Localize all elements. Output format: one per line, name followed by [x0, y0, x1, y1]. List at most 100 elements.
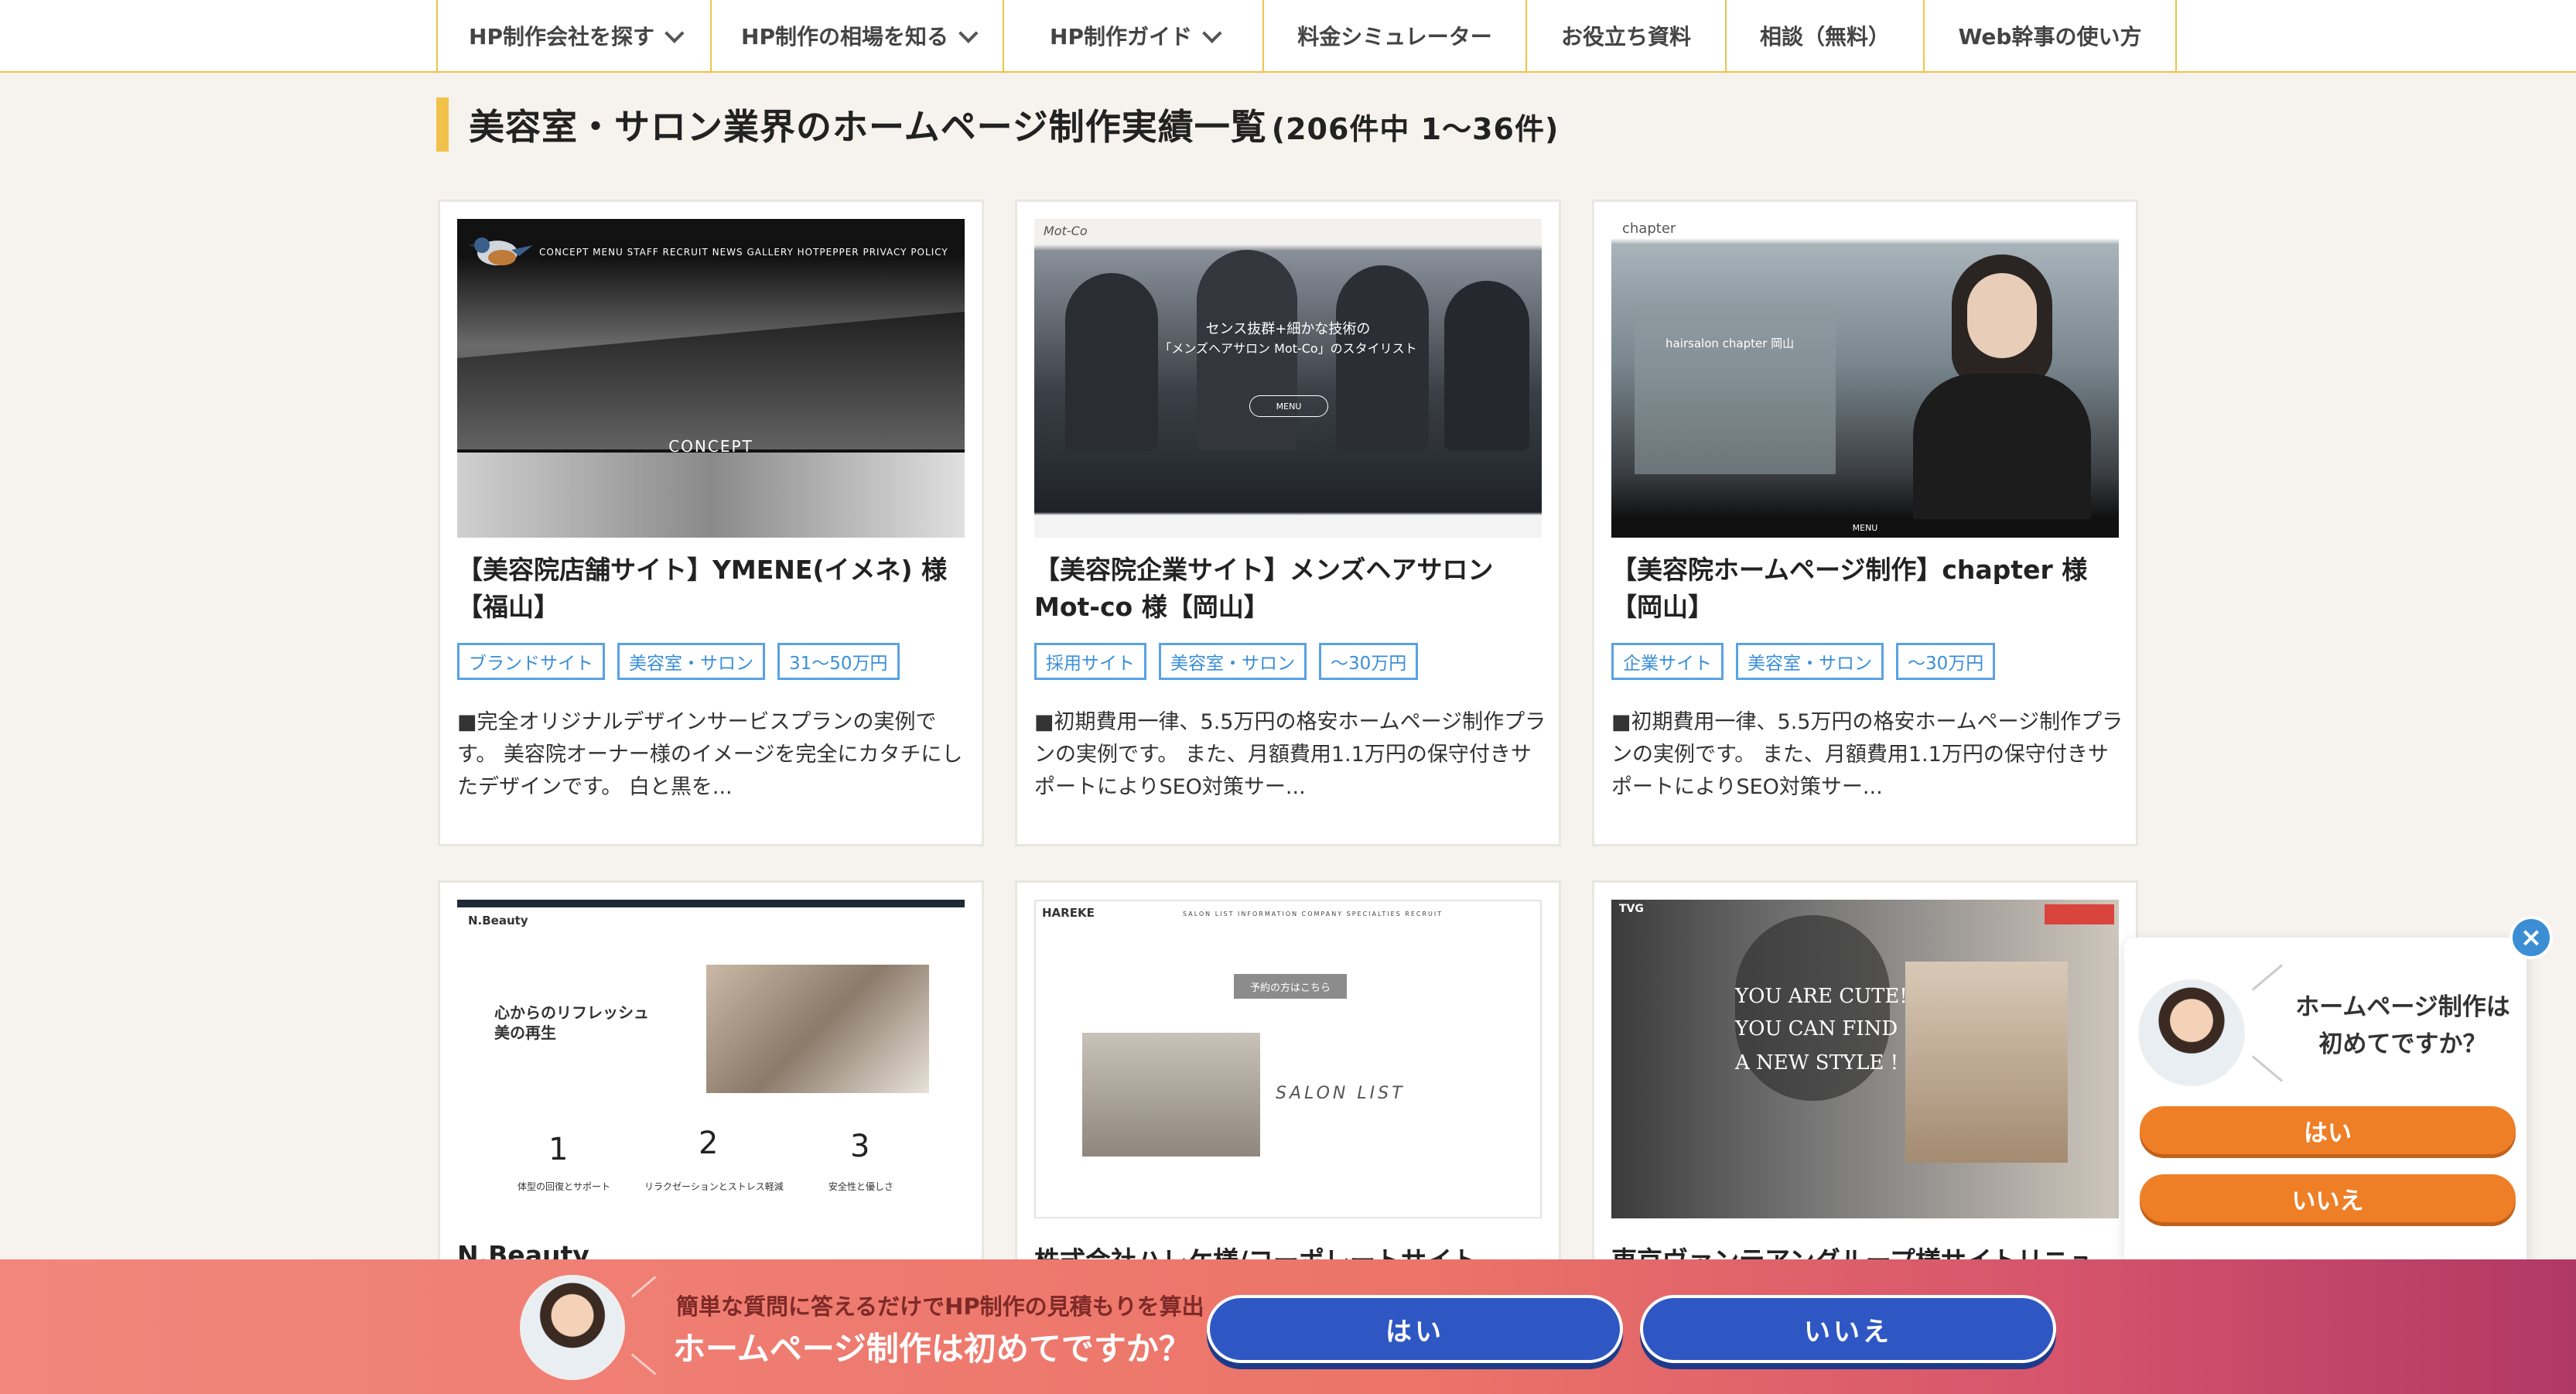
nav-menu: HP制作会社を探す HP制作の相場を知る HP制作ガイド 料金シミュレーター お… — [436, 0, 2177, 71]
step-number: 3 — [850, 1129, 870, 1164]
thumb-line: A NEW STYLE ! — [1735, 1051, 1899, 1075]
work-card[interactable]: Mot-Co センス抜群+細かな技術の 「メンズヘアサロン Mot-Co」のスタ… — [1015, 200, 1561, 846]
popup-question: ホームページ制作は 初めてですか？ — [2294, 989, 2511, 1063]
chevron-down-icon — [958, 23, 979, 43]
thumb-heading: 心からのリフレッシュ — [494, 1003, 649, 1022]
speech-line — [2251, 964, 2284, 991]
card-title[interactable]: 【美容院店舗サイト】YMENE(イメネ) 様【福山】 — [457, 552, 968, 626]
banner-yes-button[interactable]: はい — [1210, 1298, 1620, 1360]
speech-line — [2251, 1055, 2284, 1082]
thumb-footer: MENU — [1611, 519, 2119, 538]
tag-list: 採用サイト 美容室・サロン 〜30万円 — [1034, 643, 1419, 680]
thumb-photo — [1082, 1033, 1260, 1157]
tag[interactable]: ブランドサイト — [457, 643, 605, 680]
result-count: (206件中 1〜36件) — [1271, 112, 1560, 146]
card-thumbnail[interactable]: HAREKE SALON LIST INFORMATION COMPANY SP… — [1034, 900, 1542, 1218]
tag[interactable]: 〜30万円 — [1319, 643, 1419, 680]
nav-item-consult[interactable]: 相談（無料） — [1727, 0, 1925, 71]
nav-item-simulator[interactable]: 料金シミュレーター — [1264, 0, 1527, 71]
card-thumbnail[interactable]: Mot-Co センス抜群+細かな技術の 「メンズヘアサロン Mot-Co」のスタ… — [1034, 219, 1542, 538]
thumb-caption: CONCEPT — [668, 437, 753, 456]
nav-item-guide[interactable]: HP制作ガイド — [1004, 0, 1264, 71]
tag[interactable]: 〜30万円 — [1896, 643, 1996, 680]
step-label: 安全性と優しさ — [828, 1181, 894, 1192]
operator-avatar — [2138, 979, 2245, 1086]
heading-accent-bar — [436, 97, 449, 152]
thumb-logo: HAREKE — [1042, 906, 1095, 920]
nav-item-label: Web幹事の使い方 — [1958, 24, 2142, 50]
thumb-caption: hairsalon chapter 岡山 — [1666, 337, 1795, 350]
thumb-caption: SALON LIST — [1276, 1084, 1406, 1103]
thumb-logo: N.Beauty — [468, 914, 528, 928]
card-title[interactable]: 【美容院ホームページ制作】chapter 様【岡山】 — [1611, 552, 2122, 626]
thumb-red-badge — [2045, 904, 2114, 924]
nav-item-how-to-use[interactable]: Web幹事の使い方 — [1925, 0, 2177, 71]
card-description: ■初期費用一律、5.5万円の格安ホームページ制作プランの実例です。 また、月額費… — [1611, 710, 2123, 799]
nav-item-label: HP制作ガイド — [1050, 24, 1192, 50]
popup-no-button[interactable]: いいえ — [2140, 1174, 2516, 1222]
person-shape — [1336, 265, 1429, 451]
nav-item-label: 相談（無料） — [1759, 24, 1890, 50]
thumb-logo: Mot-Co — [1044, 224, 1088, 238]
thumb-pill: 予約の方はこちら — [1234, 974, 1347, 999]
thumb-line: 「メンズヘアサロン Mot-Co」のスタイリスト — [1159, 341, 1417, 356]
close-icon[interactable]: × — [2509, 916, 2553, 959]
card-thumbnail[interactable]: TVG YOU ARE CUTE! YOU CAN FIND A NEW STY… — [1611, 900, 2119, 1218]
tag[interactable]: 企業サイト — [1611, 643, 1724, 680]
step-label: リラクゼーションとストレス軽減 — [644, 1181, 784, 1192]
thumb-photo — [706, 965, 929, 1093]
step-label: 体型の回復とサポート — [518, 1181, 611, 1192]
thumb-logo: TVG — [1619, 903, 1644, 915]
nav-item-label: HP制作の相場を知る — [741, 24, 948, 50]
person-face — [1967, 273, 2037, 358]
card-title[interactable]: 【美容院企業サイト】メンズヘアサロンMot-co 様【岡山】 — [1034, 552, 1545, 626]
tag-list: ブランドサイト 美容室・サロン 31〜50万円 — [457, 643, 900, 680]
tag[interactable]: 採用サイト — [1034, 643, 1146, 680]
thumb-heading: 美の再生 — [494, 1023, 556, 1042]
page-title-text: 美容室・サロン業界のホームページ制作実績一覧 — [469, 106, 1267, 148]
thumb-photo — [1905, 962, 2068, 1163]
card-thumbnail[interactable]: CONCEPT MENU STAFF RECRUIT NEWS GALLERY … — [457, 219, 965, 538]
page-title: 美容室・サロン業界のホームページ制作実績一覧 (206件中 1〜36件) — [469, 99, 1559, 150]
chevron-down-icon — [664, 23, 685, 43]
card-description: ■完全オリジナルデザインサービスプランの実例です。 美容院オーナー様のイメージを… — [457, 710, 963, 799]
banner-subtitle: 簡単な質問に答えるだけでHP制作の見積もりを算出 — [676, 1293, 1204, 1320]
tag[interactable]: 美容室・サロン — [1159, 643, 1307, 680]
nav-item-label: HP制作会社を探す — [469, 24, 654, 50]
thumb-nav: CONCEPT MENU STAFF RECRUIT NEWS GALLERY … — [539, 247, 948, 258]
tag[interactable]: 31〜50万円 — [777, 643, 900, 680]
nav-item-label: お役立ち資料 — [1560, 24, 1691, 50]
thumb-topbar — [457, 900, 965, 907]
operator-avatar — [520, 1275, 625, 1380]
speech-line — [630, 1276, 657, 1298]
step-number: 1 — [548, 1132, 569, 1167]
work-card[interactable]: CONCEPT MENU STAFF RECRUIT NEWS GALLERY … — [438, 200, 984, 846]
work-card[interactable]: chapter hairsalon chapter 岡山 MENU 【美容院ホー… — [1592, 200, 2138, 846]
nav-item-find-company[interactable]: HP制作会社を探す — [438, 0, 712, 71]
global-nav: HP制作会社を探す HP制作の相場を知る HP制作ガイド 料金シミュレーター お… — [0, 0, 2576, 73]
card-thumbnail[interactable]: N.Beauty 心からのリフレッシュ 美の再生 1 体型の回復とサポート 2 … — [457, 900, 965, 1218]
person-shape — [1444, 281, 1529, 451]
popup-question-line: ホームページ制作は — [2295, 993, 2510, 1021]
card-thumbnail[interactable]: chapter hairsalon chapter 岡山 MENU — [1611, 219, 2119, 538]
thumb-bottom — [457, 453, 965, 538]
page-heading: 美容室・サロン業界のホームページ制作実績一覧 (206件中 1〜36件) — [436, 97, 1559, 152]
card-description: ■初期費用一律、5.5万円の格安ホームページ制作プランの実例です。 また、月額費… — [1034, 710, 1546, 799]
tag-list: 企業サイト 美容室・サロン 〜30万円 — [1611, 643, 1996, 680]
banner-title: ホームページ制作は初めてですか？ — [673, 1330, 1191, 1368]
nav-item-resources[interactable]: お役立ち資料 — [1527, 0, 1727, 71]
thumb-line: YOU ARE CUTE! — [1735, 985, 1908, 1008]
nav-item-price-range[interactable]: HP制作の相場を知る — [712, 0, 1004, 71]
thumb-line: センス抜群+細かな技術の — [1205, 321, 1371, 337]
step-number: 2 — [699, 1126, 719, 1161]
popup-yes-button[interactable]: はい — [2140, 1106, 2516, 1154]
thumb-logo: chapter — [1622, 220, 1676, 237]
popup-question-line: 初めてですか？ — [2318, 1030, 2487, 1058]
tag[interactable]: 美容室・サロン — [617, 643, 765, 680]
thumb-line: YOU CAN FIND — [1735, 1017, 1898, 1040]
nav-item-label: 料金シミュレーター — [1297, 24, 1492, 50]
tag[interactable]: 美容室・サロン — [1736, 643, 1884, 680]
person-body — [1913, 374, 2091, 521]
person-shape — [1065, 273, 1158, 451]
banner-no-button[interactable]: いいえ — [1643, 1298, 2053, 1360]
